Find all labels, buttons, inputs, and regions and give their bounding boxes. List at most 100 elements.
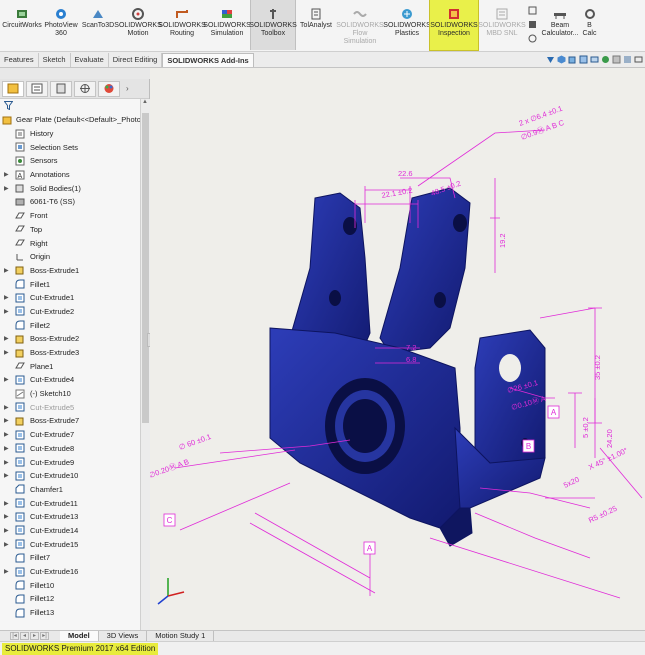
expand-arrow-icon[interactable]: ▶: [4, 376, 10, 383]
tree-item[interactable]: ▶ Boss-Extrude3: [0, 346, 140, 360]
expand-arrow-icon[interactable]: ▶: [4, 527, 10, 534]
last-tab-icon[interactable]: ▸|: [40, 632, 49, 640]
hide-show-icon[interactable]: [590, 55, 599, 64]
expand-arrow-icon[interactable]: ▶: [4, 445, 10, 452]
tree-item[interactable]: ▶ Cut-Extrude7: [0, 428, 140, 442]
tree-item[interactable]: ▶ Cut-Extrude15: [0, 537, 140, 551]
tree-item[interactable]: ▶ Cut-Extrude5: [0, 400, 140, 414]
zoom-icon[interactable]: [546, 55, 555, 64]
tree-item[interactable]: ▶ A Annotations: [0, 168, 140, 182]
expand-arrow-icon[interactable]: ▶: [4, 513, 10, 520]
tree-item[interactable]: Plane1: [0, 359, 140, 373]
tree-item[interactable]: ▶ Cut-Extrude9: [0, 455, 140, 469]
tree-item[interactable]: ▶ Cut-Extrude10: [0, 469, 140, 483]
routing-button[interactable]: SOLIDWORKS Routing: [158, 0, 206, 50]
tab-3d-views[interactable]: 3D Views: [99, 630, 148, 642]
flow-simulation-button[interactable]: SOLIDWORKS Flow Simulation: [336, 0, 384, 50]
dimxpert-tab[interactable]: [74, 80, 96, 97]
tabs-more-icon[interactable]: ›: [126, 84, 129, 93]
tree-item[interactable]: ▶ Cut-Extrude2: [0, 305, 140, 319]
tab-add-ins[interactable]: SOLIDWORKS Add-Ins: [162, 53, 254, 67]
scroll-up-icon[interactable]: ▲: [142, 99, 148, 105]
display-manager-tab[interactable]: [98, 80, 120, 97]
tree-item[interactable]: ▶ Cut-Extrude8: [0, 442, 140, 456]
view-orientation-icon[interactable]: [557, 55, 566, 64]
tab-features[interactable]: Features: [0, 53, 39, 67]
inspection-button[interactable]: SOLIDWORKS Inspection: [429, 0, 479, 51]
expand-arrow-icon[interactable]: ▶: [4, 294, 10, 301]
scanto3d-button[interactable]: ScanTo3D: [80, 0, 116, 50]
beam-calculator-button[interactable]: Beam Calculator...: [539, 0, 581, 50]
photoview-button[interactable]: PhotoView 360: [42, 0, 80, 50]
expand-arrow-icon[interactable]: ▶: [4, 431, 10, 438]
tree-item[interactable]: Fillet10: [0, 578, 140, 592]
tolanalyst-button[interactable]: TolAnalyst: [296, 0, 336, 50]
tree-item[interactable]: Right: [0, 236, 140, 250]
simulation-button[interactable]: SOLIDWORKS Simulation: [203, 0, 251, 50]
toolbox-button[interactable]: SOLIDWORKS Toolbox: [249, 0, 297, 50]
scrollbar-thumb[interactable]: [142, 113, 149, 423]
tab-model[interactable]: Model: [60, 630, 99, 642]
tree-item[interactable]: (-) Sketch10: [0, 387, 140, 401]
tab-motion-study[interactable]: Motion Study 1: [147, 630, 215, 642]
tree-item[interactable]: Origin: [0, 250, 140, 264]
tool-icon[interactable]: [528, 34, 537, 45]
expand-arrow-icon[interactable]: ▶: [4, 472, 10, 479]
tree-item[interactable]: Fillet1: [0, 277, 140, 291]
tree-item[interactable]: Fillet2: [0, 318, 140, 332]
feature-tree-scrollbar[interactable]: ▲ ▼: [140, 99, 150, 641]
expand-arrow-icon[interactable]: ▶: [4, 459, 10, 466]
tree-item[interactable]: Chamfer1: [0, 483, 140, 497]
tool-icon[interactable]: [528, 20, 537, 31]
tab-sketch[interactable]: Sketch: [39, 53, 71, 67]
tree-item[interactable]: ▶ Boss-Extrude7: [0, 414, 140, 428]
tree-item[interactable]: ▶ Cut-Extrude1: [0, 291, 140, 305]
tab-direct-editing[interactable]: Direct Editing: [109, 53, 163, 67]
tree-item[interactable]: ▶ Cut-Extrude13: [0, 510, 140, 524]
tree-item[interactable]: Sensors: [0, 154, 140, 168]
first-tab-icon[interactable]: |◂: [10, 632, 19, 640]
tree-item[interactable]: ▶ Boss-Extrude1: [0, 264, 140, 278]
motion-button[interactable]: SOLIDWORKS Motion: [114, 0, 162, 50]
bearing-calculator-button[interactable]: B Calc: [581, 0, 598, 50]
plastics-button[interactable]: SOLIDWORKS Plastics: [383, 0, 431, 50]
feature-tree-tab[interactable]: [2, 80, 24, 97]
expand-arrow-icon[interactable]: ▶: [4, 335, 10, 342]
expand-arrow-icon[interactable]: ▶: [4, 568, 10, 575]
tree-item[interactable]: History: [0, 127, 140, 141]
tree-item[interactable]: ▶ Cut-Extrude11: [0, 496, 140, 510]
tree-root-part[interactable]: Gear Plate (Default<<Default>_Photo: [0, 113, 141, 127]
tree-item[interactable]: Selection Sets: [0, 140, 140, 154]
tool-icon[interactable]: [528, 6, 537, 17]
tree-item[interactable]: Fillet12: [0, 592, 140, 606]
tree-item[interactable]: ▶ Cut-Extrude14: [0, 524, 140, 538]
tree-item[interactable]: ▶ Boss-Extrude2: [0, 332, 140, 346]
expand-arrow-icon[interactable]: ▶: [4, 500, 10, 507]
tree-item[interactable]: Fillet7: [0, 551, 140, 565]
appearance-icon[interactable]: [601, 55, 610, 64]
section-view-icon[interactable]: [579, 55, 588, 64]
tree-item[interactable]: ▶ Solid Bodies(1): [0, 181, 140, 195]
expand-arrow-icon[interactable]: ▶: [4, 308, 10, 315]
circuitworks-button[interactable]: CircuitWorks: [2, 0, 42, 50]
tab-evaluate[interactable]: Evaluate: [71, 53, 109, 67]
tree-item[interactable]: Front: [0, 209, 140, 223]
graphics-area[interactable]: 2 x ∅6.4 ±0.1 ∅0.9Ⓜ A B C 22.6 22.1 ±0.2…: [148, 68, 645, 641]
prev-tab-icon[interactable]: ◂: [20, 632, 29, 640]
mbd-button[interactable]: SOLIDWORKS MBD SNL: [478, 0, 526, 50]
expand-arrow-icon[interactable]: ▶: [4, 267, 10, 274]
property-manager-tab[interactable]: [26, 80, 48, 97]
expand-arrow-icon[interactable]: ▶: [4, 417, 10, 424]
tree-item[interactable]: Top: [0, 223, 140, 237]
expand-arrow-icon[interactable]: ▶: [4, 171, 10, 178]
scene-icon[interactable]: [612, 55, 621, 64]
expand-arrow-icon[interactable]: ▶: [4, 404, 10, 411]
next-tab-icon[interactable]: ▸: [30, 632, 39, 640]
configuration-manager-tab[interactable]: [50, 80, 72, 97]
tree-item[interactable]: Fillet13: [0, 606, 140, 620]
expand-arrow-icon[interactable]: ▶: [4, 349, 10, 356]
tree-item[interactable]: ▶ Cut-Extrude4: [0, 373, 140, 387]
tree-item[interactable]: ▶ Cut-Extrude16: [0, 565, 140, 579]
display-style-icon[interactable]: [568, 55, 577, 64]
expand-arrow-icon[interactable]: ▶: [4, 541, 10, 548]
